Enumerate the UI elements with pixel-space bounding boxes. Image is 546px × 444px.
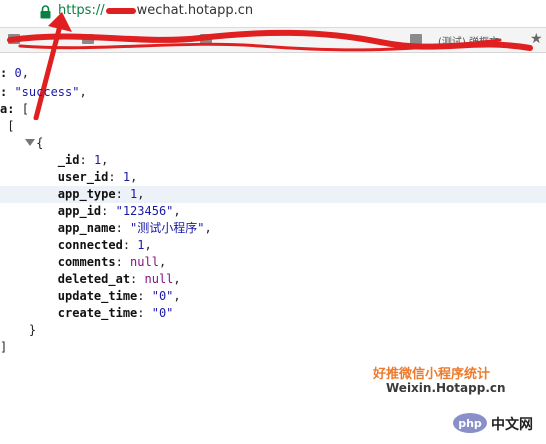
json-line: : "success",: [0, 85, 87, 99]
php-logo-text: php: [458, 417, 482, 430]
json-line: create_time: "0": [57, 306, 174, 320]
watermark-url: Weixin.Hotapp.cn: [386, 381, 506, 395]
json-line: [: [7, 119, 15, 133]
json-line: deleted_at: null,: [57, 272, 181, 286]
redaction-mark: [105, 7, 136, 14]
php-logo-icon: php: [453, 413, 487, 433]
url-text[interactable]: https:// wechat.hotapp.cn: [58, 3, 253, 18]
lock-icon: [40, 5, 51, 19]
json-line: comments: null,: [57, 255, 167, 269]
address-bar[interactable]: https:// wechat.hotapp.cn: [0, 0, 546, 28]
json-line: {: [36, 136, 44, 150]
watermark-title: 好推微信小程序统计: [373, 367, 491, 382]
folder-icon[interactable]: [410, 34, 422, 44]
json-line-highlighted: app_type: 1,: [0, 186, 546, 203]
json-line: app_name: "测试小程序",: [57, 221, 212, 235]
bookmark-label[interactable]: (测试) 弹框文: [438, 33, 499, 48]
bookmarks-bar: (测试) 弹框文 ★: [0, 28, 546, 53]
json-line: user_id: 1,: [57, 170, 138, 184]
json-line: : 0,: [0, 66, 29, 80]
url-host: wechat.hotapp.cn: [136, 3, 254, 18]
collapse-triangle-icon[interactable]: [24, 136, 36, 148]
json-line: ]: [0, 340, 8, 354]
json-line: app_id: "123456",: [57, 204, 181, 218]
json-line: update_time: "0",: [57, 289, 181, 303]
json-line: }: [28, 323, 37, 337]
json-line: a: [: [0, 102, 29, 116]
php-watermark-label: 中文网: [491, 417, 533, 433]
bookmark-star-icon[interactable]: ★: [530, 31, 543, 47]
folder-icon[interactable]: [200, 34, 212, 44]
folder-icon[interactable]: [82, 34, 94, 44]
url-scheme: https://: [58, 3, 105, 18]
folder-icon[interactable]: [8, 34, 20, 44]
json-line: _id: 1,: [57, 153, 109, 167]
json-line: connected: 1,: [57, 238, 152, 252]
